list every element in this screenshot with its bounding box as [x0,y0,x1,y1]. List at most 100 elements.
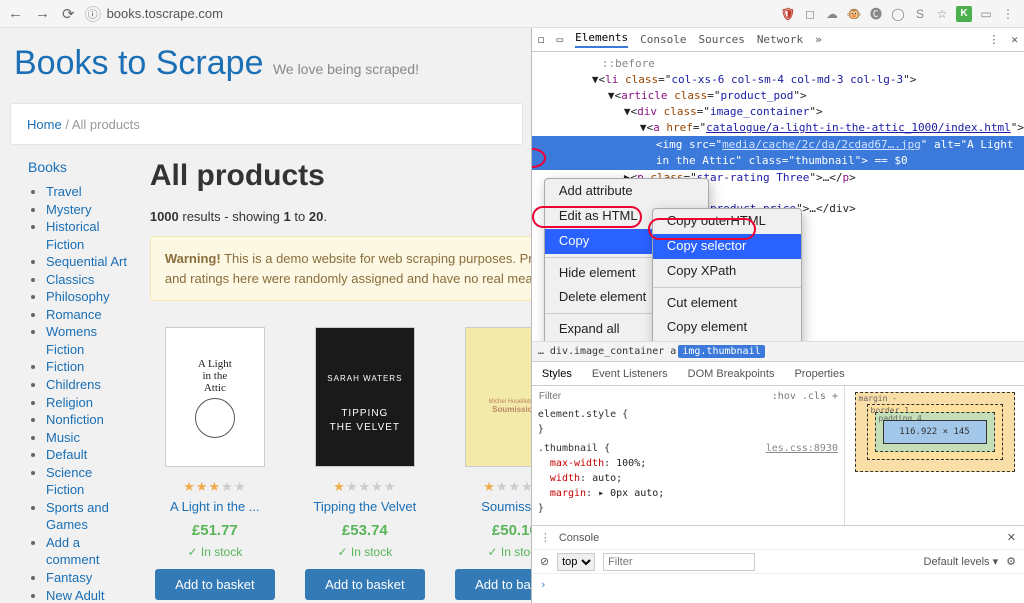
sidebar-category[interactable]: Travel [46,184,82,199]
clear-console-icon[interactable]: ⊘ [540,555,549,568]
tab-event-listeners[interactable]: Event Listeners [582,368,678,380]
tabs-more[interactable]: » [815,33,822,46]
sidebar-category[interactable]: Science Fiction [46,465,92,498]
console-settings-icon[interactable]: ⚙ [1006,555,1016,568]
console-filter-input[interactable] [603,553,755,571]
ctx-copy-outerhtml[interactable]: Copy outerHTML [653,209,801,234]
sidebar-category[interactable]: Fiction [46,359,84,374]
add-to-basket-button[interactable]: Add to basket [305,569,425,600]
sidebar-category[interactable]: Add a comment [46,535,99,568]
ctx-copy-element[interactable]: Copy element [653,315,801,340]
styles-filter-input[interactable] [538,390,578,403]
site-home-link[interactable]: Books to Scrape [14,44,263,82]
stock-badge: In stock [300,545,430,559]
breadcrumb-current: All products [72,117,140,132]
styles-tabs: Styles Event Listeners DOM Breakpoints P… [532,361,1024,385]
console-close-icon[interactable]: ✕ [1007,531,1016,544]
tab-elements[interactable]: Elements [575,31,628,48]
product-price: £53.74 [300,522,430,539]
ext-icon[interactable]: ☁ [824,6,840,22]
console-menu-icon[interactable]: ⋮ [540,531,551,544]
crumb-selected[interactable]: img.thumbnail [678,345,764,358]
star-rating: ★★★★★ [150,479,280,495]
book-cover[interactable]: A Lightin theAttic [165,327,265,467]
tab-network[interactable]: Network [757,33,803,46]
product-title-link[interactable]: Soumission [450,499,531,514]
console-body[interactable]: › [532,573,1024,603]
device-icon[interactable]: ▭ [556,33,563,46]
sidebar-heading[interactable]: Books [28,159,67,175]
cast-icon[interactable]: ▭ [978,6,994,22]
product-card: Michel HouellebecqSoumission★★★★★Soumiss… [450,327,531,600]
ctx-copy-xpath[interactable]: Copy XPath [653,259,801,284]
product-title-link[interactable]: Tipping the Velvet [300,499,430,514]
ext-icon[interactable]: ◻ [802,6,818,22]
ext-icon[interactable]: ☆ [934,6,950,22]
console-levels[interactable]: Default levels ▾ [924,555,999,568]
ublock-icon[interactable]: 🛡 [780,6,796,22]
ctx-cut-element[interactable]: Cut element [653,291,801,316]
console-scope-select[interactable]: top [557,553,595,571]
book-cover[interactable]: SARAH WATERSTIPPINGTHE VELVET [315,327,415,467]
tab-sources[interactable]: Sources [698,33,744,46]
ctx-copy-selector[interactable]: Copy selector [653,234,801,259]
sidebar-category[interactable]: Classics [46,272,94,287]
result-count: 1000 results - showing 1 to 20. [150,209,531,224]
ext-icon[interactable]: S [912,6,928,22]
back-button[interactable]: ← [8,5,23,23]
ext-icon[interactable]: ◯ [890,6,906,22]
tab-dom-breakpoints[interactable]: DOM Breakpoints [678,368,785,380]
sidebar-category[interactable]: Historical Fiction [46,219,99,252]
forward-button[interactable]: → [35,5,50,23]
selected-node[interactable]: <img src="media/cache/2c/da/2cdad67….jpg… [532,136,1024,170]
star-rating: ★★★★★ [300,479,430,495]
tab-console[interactable]: Console [640,33,686,46]
css-source-link[interactable]: les.css:8930 [766,441,838,456]
console-label: Console [559,532,599,544]
box-model: margin - border 1 padding 4 116.922 × 14… [844,386,1024,525]
styles-pane[interactable]: :hov .cls + element.style { } les.css:89… [532,386,844,525]
product-price: £50.10 [450,522,531,539]
k-badge-icon[interactable]: K [956,6,972,22]
cls-toggle[interactable]: .cls [802,391,826,402]
add-to-basket-button[interactable]: Add to basket [155,569,275,600]
sidebar-category[interactable]: Default [46,447,87,462]
site-info-icon[interactable]: ⓘ [85,6,101,22]
product-card: SARAH WATERSTIPPINGTHE VELVET ★★★★★ Tippin… [300,327,430,600]
devtools-close-icon[interactable]: ✕ [1011,33,1018,46]
url-bar[interactable]: ⓘ books.toscrape.com [85,6,770,22]
ctx-add-attribute[interactable]: Add attribute [545,179,708,204]
stock-badge: In stock [450,545,531,559]
sidebar-category[interactable]: New Adult [46,588,105,603]
add-to-basket-button[interactable]: Add to basket [455,569,531,600]
ext-icon[interactable]: 🅒 [868,6,884,22]
elements-tree[interactable]: ::before ▼<li class="col-xs-6 col-sm-4 c… [532,52,1024,341]
context-submenu-copy[interactable]: Copy outerHTML Copy selector Copy XPath … [652,208,802,341]
devtools-menu-icon[interactable]: ⋮ [988,33,999,46]
sidebar-category[interactable]: Music [46,430,80,445]
hov-toggle[interactable]: :hov [772,391,796,402]
tab-properties[interactable]: Properties [784,368,854,380]
breadcrumb-home[interactable]: Home [27,117,62,132]
product-card: A Lightin theAttic ★★★★★ A Light in the ..… [150,327,280,600]
url-text: books.toscrape.com [107,6,223,21]
sidebar-category[interactable]: Childrens [46,377,101,392]
product-title-link[interactable]: A Light in the ... [150,499,280,514]
sidebar-category[interactable]: Mystery [46,202,92,217]
reload-button[interactable]: ⟳ [62,5,75,23]
sidebar-category[interactable]: Religion [46,395,93,410]
ext-icon[interactable]: 🐵 [846,6,862,22]
tab-styles[interactable]: Styles [532,368,582,380]
inspect-icon[interactable]: ◻ [538,33,545,46]
sidebar-category[interactable]: Philosophy [46,289,110,304]
sidebar-category[interactable]: Sports and Games [46,500,109,533]
sidebar-category[interactable]: Romance [46,307,102,322]
sidebar-category[interactable]: Womens Fiction [46,324,97,357]
menu-icon[interactable]: ⋮ [1000,6,1016,22]
sidebar-category[interactable]: Sequential Art [46,254,127,269]
sidebar-category[interactable]: Nonfiction [46,412,104,427]
add-rule-button[interactable]: + [832,391,838,402]
sidebar-category[interactable]: Fantasy [46,570,92,585]
dom-breadcrumb[interactable]: … div.image_container a img.thumbnail [532,341,1024,361]
book-cover[interactable]: Michel HouellebecqSoumission [465,327,531,467]
